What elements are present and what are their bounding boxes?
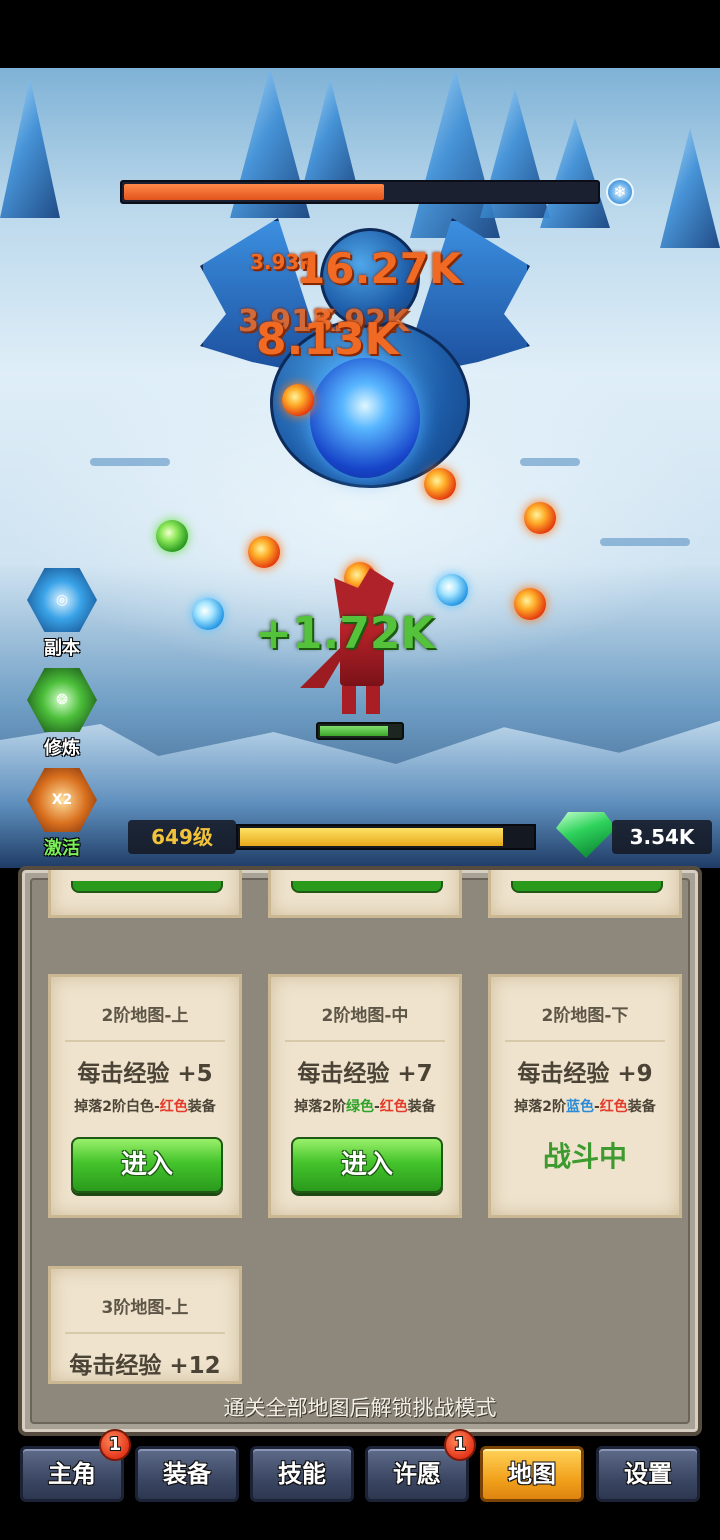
nav-equipment-button[interactable]: 装备 — [135, 1446, 239, 1502]
enter-button-partial[interactable] — [511, 881, 663, 893]
ice-crystal — [660, 128, 720, 248]
notification-badge: 1 — [444, 1429, 476, 1461]
x2-boost-icon: X2 — [27, 768, 97, 832]
nav-label: 主角 — [48, 1460, 96, 1488]
hero-hp-fill — [320, 726, 388, 736]
cultivate-button[interactable]: ❂ 修炼 — [26, 668, 98, 760]
fireball-projectile — [248, 536, 280, 568]
nav-label: 地图 — [508, 1460, 556, 1488]
map-title: 2阶地图-上 — [101, 1006, 189, 1026]
drop-suffix: 装备 — [187, 1099, 216, 1115]
ice-projectile — [192, 598, 224, 630]
battle-scene: ❄ 3.93K 16.27K 3.91K 3.92K 8.13K +1.72K … — [0, 68, 720, 868]
nav-skills-button[interactable]: 技能 — [250, 1446, 354, 1502]
map-title: 3阶地图-上 — [101, 1298, 189, 1318]
map-card: 2阶地图-中 每击经验 +7 掉落2阶绿色-红色装备 进入 — [268, 974, 462, 1218]
nav-hero-button[interactable]: 主角 1 — [20, 1429, 131, 1502]
map-list[interactable]: 2阶地图-上 每击经验 +5 掉落2阶白色-红色装备 进入 2阶地图-中 每击经… — [30, 870, 690, 1424]
unlock-hint: 通关全部地图后解锁挑战模式 — [223, 1396, 497, 1420]
divider — [285, 1040, 445, 1042]
hero-leg — [366, 686, 380, 714]
nav-settings-button[interactable]: 设置 — [596, 1446, 700, 1502]
fireball-projectile — [424, 468, 456, 500]
player-level: 649级 — [128, 820, 236, 854]
hero-leg — [342, 686, 356, 714]
map-title: 2阶地图-中 — [321, 1006, 409, 1026]
activate-label: 激活 — [44, 838, 80, 859]
vortex-icon: ◎ — [27, 568, 97, 632]
fireball-projectile — [514, 588, 546, 620]
drop-color-red: 红色 — [159, 1099, 188, 1115]
drop-color-red: 红色 — [379, 1099, 408, 1115]
map-card: 2阶地图-上 每击经验 +5 掉落2阶白色-红色装备 进入 — [48, 974, 242, 1218]
ice-crystal — [540, 118, 610, 228]
poison-projectile — [156, 520, 188, 552]
enter-button-partial[interactable] — [291, 881, 443, 893]
ice-orb — [310, 358, 420, 478]
map-exp: 每击经验 +7 — [297, 1061, 433, 1087]
map-drop: 掉落2阶绿色-红色装备 — [271, 1096, 459, 1116]
dungeon-button[interactable]: ◎ 副本 — [26, 568, 98, 660]
nav-wish-button[interactable]: 许愿 1 — [365, 1429, 476, 1502]
damage-number: 16.27K — [296, 244, 462, 293]
ice-projectile — [436, 574, 468, 606]
snowflake-icon: ❄ — [606, 178, 634, 206]
cultivate-label: 修炼 — [44, 738, 80, 759]
map-drop: 掉落2阶白色-红色装备 — [51, 1096, 239, 1116]
nav-label: 技能 — [278, 1460, 326, 1488]
xp-bar — [236, 824, 536, 850]
drop-color-red: 红色 — [599, 1099, 628, 1115]
swirl-icon: ❂ — [27, 668, 97, 732]
activate-button[interactable]: X2 激活 — [26, 768, 98, 860]
nav-label: 装备 — [163, 1460, 211, 1488]
divider — [65, 1332, 225, 1334]
map-drop: 掉落2阶蓝色-红色装备 — [491, 1096, 679, 1116]
heal-number: +1.72K — [255, 608, 435, 659]
in-battle-status: 战斗中 — [542, 1140, 627, 1173]
drop-prefix: 掉落2阶 — [514, 1099, 566, 1115]
gem-count: 3.54K — [612, 820, 712, 854]
nav-label: 设置 — [624, 1460, 672, 1488]
ice-crystal — [0, 78, 60, 218]
dungeon-label: 副本 — [44, 638, 80, 659]
map-exp: 每击经验 +12 — [69, 1353, 221, 1379]
hero-hp-bar — [316, 722, 404, 740]
map-card: 3阶地图-上 每击经验 +12 — [48, 1266, 242, 1384]
map-title: 2阶地图-下 — [541, 1006, 629, 1026]
nav-map-button[interactable]: 地图 — [480, 1446, 584, 1502]
notification-badge: 1 — [99, 1429, 131, 1461]
enter-button[interactable]: 进入 — [71, 1137, 223, 1193]
map-card-partial — [48, 870, 242, 918]
nav-label: 许愿 — [393, 1460, 441, 1488]
ice-crack — [600, 538, 690, 546]
map-card-current: 2阶地图-下 每击经验 +9 掉落2阶蓝色-红色装备 战斗中 — [488, 974, 682, 1218]
drop-prefix: 掉落2阶 — [294, 1099, 346, 1115]
enter-button-partial[interactable] — [71, 881, 223, 893]
drop-color-white: 白色 — [125, 1099, 154, 1115]
drop-suffix: 装备 — [627, 1099, 656, 1115]
x2-boost-text: X2 — [51, 792, 73, 808]
xp-fill — [240, 828, 503, 846]
drop-prefix: 掉落2阶 — [74, 1099, 126, 1115]
map-card-partial — [488, 870, 682, 918]
divider — [505, 1040, 665, 1042]
damage-number: 8.13K — [256, 314, 399, 365]
drop-color-blue: 蓝色 — [565, 1099, 594, 1115]
ice-crack — [90, 458, 170, 466]
enter-button[interactable]: 进入 — [291, 1137, 443, 1193]
boss-hp-bar — [120, 180, 600, 204]
map-exp: 每击经验 +5 — [77, 1061, 213, 1087]
map-exp: 每击经验 +9 — [517, 1061, 653, 1087]
drop-color-green: 绿色 — [345, 1099, 374, 1115]
drop-suffix: 装备 — [407, 1099, 436, 1115]
fireball-projectile — [282, 384, 314, 416]
map-card-partial — [268, 870, 462, 918]
map-panel: 2阶地图-上 每击经验 +5 掉落2阶白色-红色装备 进入 2阶地图-中 每击经… — [18, 866, 702, 1436]
divider — [65, 1040, 225, 1042]
boss-hp-fill — [124, 184, 384, 200]
fireball-projectile — [524, 502, 556, 534]
